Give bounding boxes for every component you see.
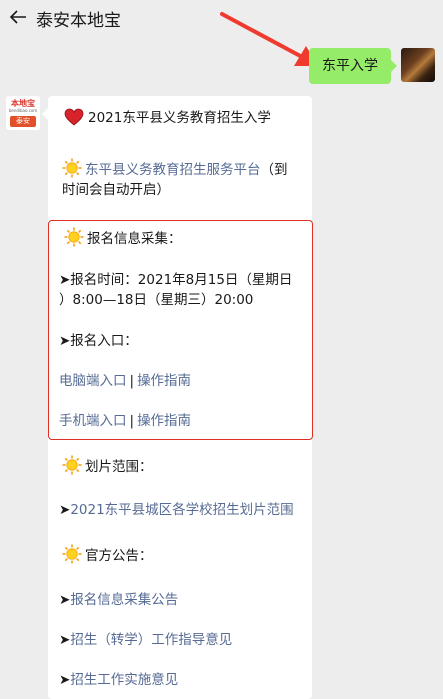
notice-link-line-2: ➤招生（转学）工作指导意见 [59, 630, 232, 650]
avatar-logo-city: 泰安 [10, 116, 36, 127]
back-arrow-icon[interactable] [8, 7, 28, 27]
zone-link[interactable]: 2021东平县城区各学校招生划片范围 [70, 502, 293, 518]
sun-icon [62, 455, 82, 475]
entry-heading: ➤报名入口： [59, 333, 138, 349]
notice-link-line-3: ➤招生工作实施意见 [59, 670, 178, 690]
pc-entry-line: 电脑端入口 | 操作指南 [59, 371, 191, 391]
sun-icon [64, 227, 84, 247]
registration-time-line-1: ➤报名时间：2021年8月15日（星期日 [59, 272, 293, 288]
pc-entry-link[interactable]: 电脑端入口 [59, 373, 127, 389]
separator: | [129, 373, 135, 389]
pc-guide-link[interactable]: 操作指南 [137, 373, 191, 389]
self-message-bubble[interactable]: 东平入学 [309, 48, 397, 84]
red-arrow-annotation [220, 12, 318, 66]
zone-heading: 划片范围： [85, 459, 153, 475]
self-avatar[interactable] [401, 48, 435, 82]
notice-link-line-1: ➤报名信息采集公告 [59, 590, 178, 610]
collect-heading-line: 报名信息采集： [64, 227, 182, 249]
card-title-line: 2021东平县义务教育招生入学 [64, 108, 271, 128]
arrow-bullet: ➤ [59, 502, 71, 518]
card-title: 2021东平县义务教育招生入学 [88, 110, 271, 126]
mobile-entry-link[interactable]: 手机端入口 [59, 413, 127, 429]
notice-link-transfer[interactable]: 招生（转学）工作指导意见 [70, 632, 232, 648]
arrow-bullet: ➤ [59, 632, 71, 648]
platform-line: 东平县义务教育招生服务平台（到 [62, 158, 288, 180]
sun-icon [62, 544, 82, 564]
mobile-entry-line: 手机端入口 | 操作指南 [59, 411, 191, 431]
arrow-bullet: ➤ [59, 672, 71, 688]
mobile-guide-link[interactable]: 操作指南 [137, 413, 191, 429]
chat-title: 泰安本地宝 [36, 11, 121, 31]
arrow-bullet: ➤ [59, 592, 71, 608]
bot-message-card: 2021东平县义务教育招生入学 东平县义务教育招生服务平台（到 时间会自动开启）… [42, 96, 313, 699]
separator: | [129, 413, 135, 429]
self-message-row: 东平入学 [309, 48, 435, 84]
collect-heading: 报名信息采集： [87, 231, 182, 247]
platform-note: （到 [260, 162, 288, 178]
bot-avatar[interactable]: 本地宝 bendibao.com 泰安 [6, 96, 40, 130]
sun-icon [62, 158, 82, 178]
notice-heading: 官方公告： [85, 548, 153, 564]
avatar-logo-text: 本地宝 [11, 98, 35, 108]
platform-note-line-2: 时间会自动开启） [62, 182, 170, 198]
platform-link[interactable]: 东平县义务教育招生服务平台 [85, 162, 261, 178]
zone-heading-line: 划片范围： [62, 455, 153, 477]
registration-highlight-box [48, 220, 313, 440]
avatar-logo-domain: bendibao.com [8, 108, 38, 113]
notice-link-registration[interactable]: 报名信息采集公告 [70, 592, 178, 608]
notice-heading-line: 官方公告： [62, 544, 153, 566]
notice-link-implementation[interactable]: 招生工作实施意见 [70, 672, 178, 688]
heart-icon [64, 108, 84, 126]
zone-link-line: ➤2021东平县城区各学校招生划片范围 [59, 500, 294, 520]
registration-time-line-2: ）8:00—18日（星期三）20:00 [59, 292, 254, 308]
